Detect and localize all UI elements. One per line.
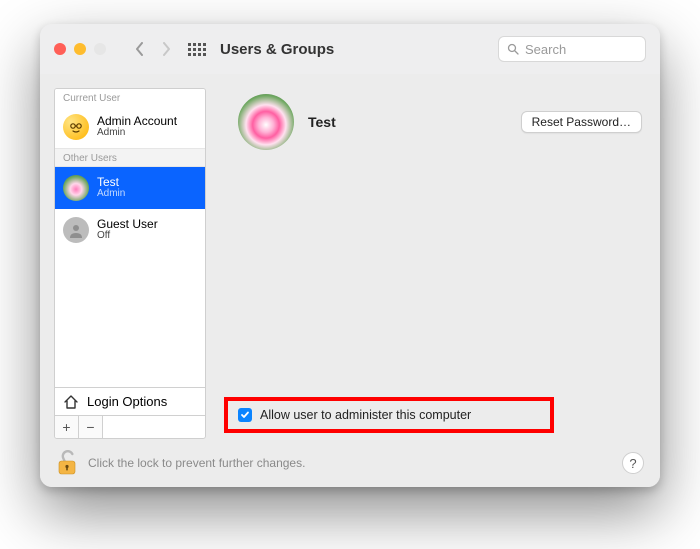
user-row-admin-account[interactable]: Admin Account Admin — [55, 106, 205, 148]
avatar-icon — [63, 175, 89, 201]
window-controls — [54, 43, 106, 55]
remove-user-button[interactable]: − — [79, 416, 103, 438]
selected-user-name: Test — [308, 114, 336, 130]
show-all-button[interactable] — [188, 43, 206, 56]
user-row-test[interactable]: Test Admin — [55, 167, 205, 209]
user-row-guest[interactable]: Guest User Off — [55, 209, 205, 251]
login-options-label: Login Options — [87, 394, 167, 409]
avatar-icon — [63, 114, 89, 140]
user-role: Off — [97, 231, 158, 242]
lock-button[interactable] — [56, 450, 78, 476]
forward-button[interactable] — [158, 40, 174, 58]
user-avatar-large[interactable] — [238, 94, 294, 150]
help-button[interactable]: ? — [622, 452, 644, 474]
admin-checkbox[interactable] — [238, 408, 252, 422]
unlocked-lock-icon — [56, 450, 78, 476]
checkmark-icon — [240, 410, 250, 420]
user-detail-panel: Test Reset Password… Allow user to admin… — [220, 88, 646, 439]
section-current-user: Current User — [55, 89, 205, 106]
login-options-button[interactable]: Login Options — [55, 387, 205, 415]
close-window-button[interactable] — [54, 43, 66, 55]
preferences-window: Users & Groups Search Current User Admin… — [40, 24, 660, 487]
zoom-window-button[interactable] — [94, 43, 106, 55]
user-role: Admin — [97, 189, 125, 200]
nav-buttons — [132, 40, 174, 58]
window-title: Users & Groups — [220, 41, 334, 58]
footer: Click the lock to prevent further change… — [40, 439, 660, 487]
add-user-button[interactable]: + — [55, 416, 79, 438]
search-placeholder: Search — [525, 42, 566, 57]
section-other-users: Other Users — [55, 148, 205, 167]
add-remove-bar: + − — [55, 415, 205, 438]
help-icon: ? — [629, 456, 636, 471]
admin-checkbox-label: Allow user to administer this computer — [260, 408, 471, 422]
reset-password-button[interactable]: Reset Password… — [521, 111, 642, 133]
user-role: Admin — [97, 128, 177, 139]
back-button[interactable] — [132, 40, 148, 58]
minimize-window-button[interactable] — [74, 43, 86, 55]
user-list-sidebar: Current User Admin Account Admin Other U… — [54, 88, 206, 439]
avatar-icon — [63, 217, 89, 243]
search-icon — [507, 43, 519, 55]
search-field[interactable]: Search — [498, 36, 646, 62]
toolbar: Users & Groups Search — [40, 24, 660, 74]
house-icon — [63, 395, 79, 409]
lock-hint-text: Click the lock to prevent further change… — [88, 456, 305, 470]
admin-checkbox-highlight: Allow user to administer this computer — [224, 397, 554, 433]
